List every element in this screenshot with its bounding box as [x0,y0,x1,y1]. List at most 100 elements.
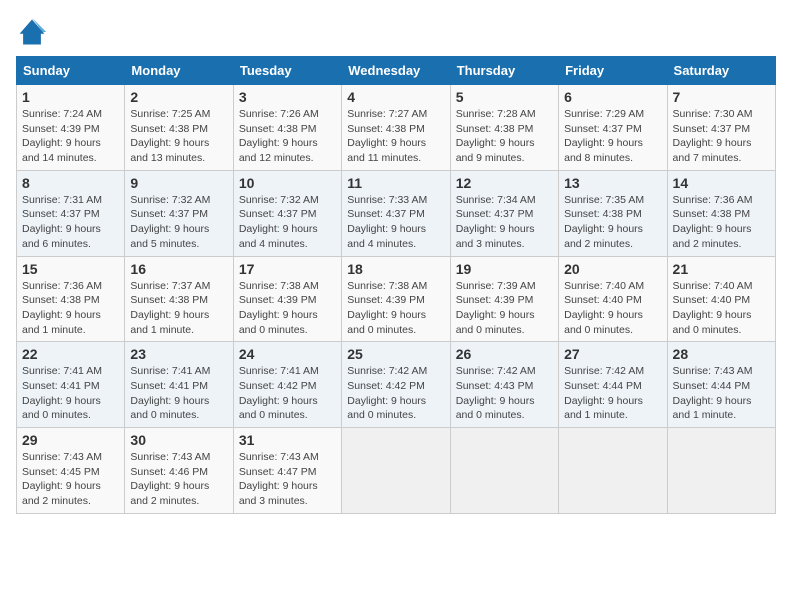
calendar-cell: 20 Sunrise: 7:40 AMSunset: 4:40 PMDaylig… [559,256,667,342]
day-number: 17 [239,261,336,277]
day-detail: Sunrise: 7:29 AMSunset: 4:37 PMDaylight:… [564,108,644,164]
day-detail: Sunrise: 7:42 AMSunset: 4:44 PMDaylight:… [564,365,644,421]
day-number: 29 [22,432,119,448]
day-number: 28 [673,346,770,362]
day-number: 18 [347,261,444,277]
calendar-cell: 26 Sunrise: 7:42 AMSunset: 4:43 PMDaylig… [450,342,558,428]
day-number: 26 [456,346,553,362]
calendar-cell: 25 Sunrise: 7:42 AMSunset: 4:42 PMDaylig… [342,342,450,428]
day-number: 31 [239,432,336,448]
calendar-cell: 1 Sunrise: 7:24 AMSunset: 4:39 PMDayligh… [17,85,125,171]
calendar-cell: 5 Sunrise: 7:28 AMSunset: 4:38 PMDayligh… [450,85,558,171]
calendar-cell: 4 Sunrise: 7:27 AMSunset: 4:38 PMDayligh… [342,85,450,171]
day-detail: Sunrise: 7:36 AMSunset: 4:38 PMDaylight:… [22,280,102,336]
day-detail: Sunrise: 7:41 AMSunset: 4:41 PMDaylight:… [22,365,102,421]
day-detail: Sunrise: 7:34 AMSunset: 4:37 PMDaylight:… [456,194,536,250]
day-number: 12 [456,175,553,191]
calendar-cell: 22 Sunrise: 7:41 AMSunset: 4:41 PMDaylig… [17,342,125,428]
day-detail: Sunrise: 7:32 AMSunset: 4:37 PMDaylight:… [130,194,210,250]
day-number: 6 [564,89,661,105]
day-detail: Sunrise: 7:35 AMSunset: 4:38 PMDaylight:… [564,194,644,250]
day-number: 21 [673,261,770,277]
day-number: 4 [347,89,444,105]
day-number: 11 [347,175,444,191]
day-detail: Sunrise: 7:40 AMSunset: 4:40 PMDaylight:… [673,280,753,336]
day-number: 8 [22,175,119,191]
calendar-cell: 9 Sunrise: 7:32 AMSunset: 4:37 PMDayligh… [125,170,233,256]
day-detail: Sunrise: 7:43 AMSunset: 4:46 PMDaylight:… [130,451,210,507]
day-detail: Sunrise: 7:24 AMSunset: 4:39 PMDaylight:… [22,108,102,164]
calendar-cell: 18 Sunrise: 7:38 AMSunset: 4:39 PMDaylig… [342,256,450,342]
day-number: 16 [130,261,227,277]
col-header-saturday: Saturday [667,57,775,85]
calendar-cell [450,428,558,514]
calendar-cell: 12 Sunrise: 7:34 AMSunset: 4:37 PMDaylig… [450,170,558,256]
col-header-thursday: Thursday [450,57,558,85]
logo-icon [16,16,48,48]
day-number: 23 [130,346,227,362]
calendar-cell: 10 Sunrise: 7:32 AMSunset: 4:37 PMDaylig… [233,170,341,256]
day-detail: Sunrise: 7:27 AMSunset: 4:38 PMDaylight:… [347,108,427,164]
calendar-cell: 6 Sunrise: 7:29 AMSunset: 4:37 PMDayligh… [559,85,667,171]
calendar-table: SundayMondayTuesdayWednesdayThursdayFrid… [16,56,776,514]
day-number: 10 [239,175,336,191]
day-detail: Sunrise: 7:42 AMSunset: 4:42 PMDaylight:… [347,365,427,421]
calendar-cell: 17 Sunrise: 7:38 AMSunset: 4:39 PMDaylig… [233,256,341,342]
page-header [16,16,776,48]
day-number: 7 [673,89,770,105]
day-number: 22 [22,346,119,362]
col-header-tuesday: Tuesday [233,57,341,85]
calendar-cell: 3 Sunrise: 7:26 AMSunset: 4:38 PMDayligh… [233,85,341,171]
calendar-cell: 27 Sunrise: 7:42 AMSunset: 4:44 PMDaylig… [559,342,667,428]
day-number: 9 [130,175,227,191]
calendar-cell [342,428,450,514]
day-detail: Sunrise: 7:41 AMSunset: 4:42 PMDaylight:… [239,365,319,421]
calendar-cell: 16 Sunrise: 7:37 AMSunset: 4:38 PMDaylig… [125,256,233,342]
day-detail: Sunrise: 7:38 AMSunset: 4:39 PMDaylight:… [239,280,319,336]
day-detail: Sunrise: 7:26 AMSunset: 4:38 PMDaylight:… [239,108,319,164]
col-header-sunday: Sunday [17,57,125,85]
calendar-cell: 30 Sunrise: 7:43 AMSunset: 4:46 PMDaylig… [125,428,233,514]
day-number: 24 [239,346,336,362]
calendar-row: 8 Sunrise: 7:31 AMSunset: 4:37 PMDayligh… [17,170,776,256]
day-detail: Sunrise: 7:25 AMSunset: 4:38 PMDaylight:… [130,108,210,164]
day-number: 1 [22,89,119,105]
day-number: 27 [564,346,661,362]
calendar-cell: 14 Sunrise: 7:36 AMSunset: 4:38 PMDaylig… [667,170,775,256]
day-number: 15 [22,261,119,277]
day-number: 13 [564,175,661,191]
calendar-cell: 11 Sunrise: 7:33 AMSunset: 4:37 PMDaylig… [342,170,450,256]
day-number: 14 [673,175,770,191]
col-header-wednesday: Wednesday [342,57,450,85]
day-detail: Sunrise: 7:36 AMSunset: 4:38 PMDaylight:… [673,194,753,250]
day-detail: Sunrise: 7:43 AMSunset: 4:47 PMDaylight:… [239,451,319,507]
day-number: 2 [130,89,227,105]
calendar-cell: 23 Sunrise: 7:41 AMSunset: 4:41 PMDaylig… [125,342,233,428]
col-header-monday: Monday [125,57,233,85]
calendar-row: 1 Sunrise: 7:24 AMSunset: 4:39 PMDayligh… [17,85,776,171]
calendar-cell: 19 Sunrise: 7:39 AMSunset: 4:39 PMDaylig… [450,256,558,342]
col-header-friday: Friday [559,57,667,85]
day-detail: Sunrise: 7:38 AMSunset: 4:39 PMDaylight:… [347,280,427,336]
calendar-cell: 13 Sunrise: 7:35 AMSunset: 4:38 PMDaylig… [559,170,667,256]
calendar-cell [559,428,667,514]
calendar-cell: 31 Sunrise: 7:43 AMSunset: 4:47 PMDaylig… [233,428,341,514]
calendar-cell: 28 Sunrise: 7:43 AMSunset: 4:44 PMDaylig… [667,342,775,428]
day-detail: Sunrise: 7:43 AMSunset: 4:44 PMDaylight:… [673,365,753,421]
calendar-cell: 2 Sunrise: 7:25 AMSunset: 4:38 PMDayligh… [125,85,233,171]
calendar-cell: 7 Sunrise: 7:30 AMSunset: 4:37 PMDayligh… [667,85,775,171]
calendar-cell: 8 Sunrise: 7:31 AMSunset: 4:37 PMDayligh… [17,170,125,256]
calendar-cell: 15 Sunrise: 7:36 AMSunset: 4:38 PMDaylig… [17,256,125,342]
day-detail: Sunrise: 7:39 AMSunset: 4:39 PMDaylight:… [456,280,536,336]
day-detail: Sunrise: 7:37 AMSunset: 4:38 PMDaylight:… [130,280,210,336]
calendar-cell: 21 Sunrise: 7:40 AMSunset: 4:40 PMDaylig… [667,256,775,342]
day-detail: Sunrise: 7:40 AMSunset: 4:40 PMDaylight:… [564,280,644,336]
calendar-cell: 29 Sunrise: 7:43 AMSunset: 4:45 PMDaylig… [17,428,125,514]
day-number: 19 [456,261,553,277]
day-detail: Sunrise: 7:30 AMSunset: 4:37 PMDaylight:… [673,108,753,164]
day-detail: Sunrise: 7:31 AMSunset: 4:37 PMDaylight:… [22,194,102,250]
day-number: 5 [456,89,553,105]
calendar-row: 29 Sunrise: 7:43 AMSunset: 4:45 PMDaylig… [17,428,776,514]
day-detail: Sunrise: 7:43 AMSunset: 4:45 PMDaylight:… [22,451,102,507]
day-detail: Sunrise: 7:32 AMSunset: 4:37 PMDaylight:… [239,194,319,250]
